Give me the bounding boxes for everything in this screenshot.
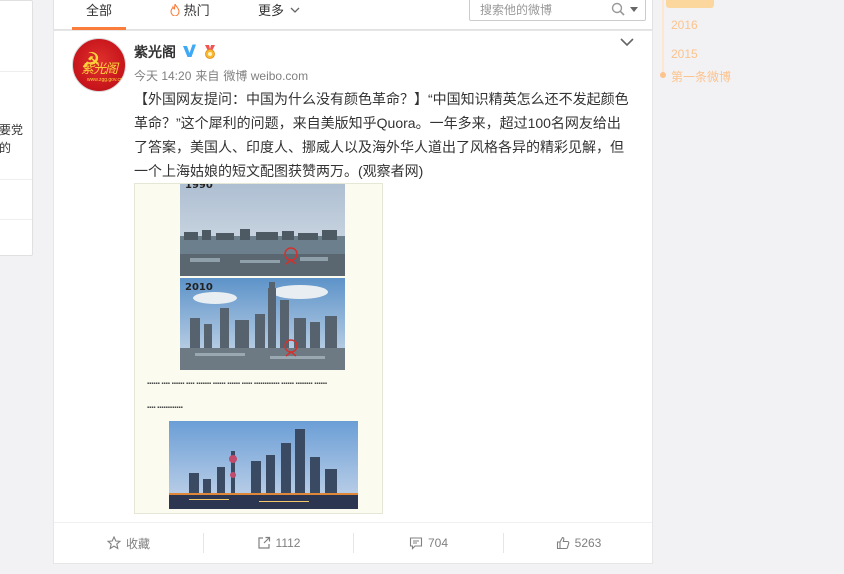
chevron-down-icon <box>290 7 300 13</box>
tab-label: 更多 <box>258 3 285 18</box>
verified-icon[interactable] <box>181 43 197 59</box>
timeline-year-2015[interactable]: 2015 <box>671 47 698 61</box>
image-caption: ▪▪▪▪▪▪ ▪▪▪▪ ▪▪▪▪▪▪ ▪▪▪▪ ▪▪▪▪▪▪▪ ▪▪▪▪▪▪ ▪… <box>147 381 327 387</box>
like-count: 5263 <box>574 536 602 550</box>
search-icon[interactable] <box>611 2 625 16</box>
avatar[interactable]: ☭ 紫光阁 www.zgg.gov.cn <box>72 38 126 92</box>
comment-count: 704 <box>427 536 449 550</box>
image-caption: ▪▪▪▪ ▪▪▪▪▪▪▪▪▪▪▪▪ <box>147 405 183 411</box>
post-image[interactable]: 1990 2010 ▪▪▪▪▪▪ ▪▪▪▪ ▪▪▪▪▪▪ ▪▪▪▪ ▪▪▪▪▪▪… <box>134 183 383 514</box>
share-icon <box>257 536 270 549</box>
photo-year-label: 1990 <box>185 183 213 191</box>
shanghai-skyline-photo <box>169 421 358 509</box>
tab-label: 全部 <box>86 3 113 18</box>
post-menu-chevron-icon[interactable] <box>620 37 634 47</box>
favorite-label: 收藏 <box>125 536 150 551</box>
post-source[interactable]: 微博 weibo.com <box>223 69 308 83</box>
divider <box>0 179 32 180</box>
tab-label: 热门 <box>183 3 210 18</box>
star-icon <box>106 536 121 550</box>
search-box <box>469 0 646 21</box>
post-text: 【外国网友提问：中国为什么没有颜色革命？】“中国知识精英怎么还不发起颜色革命？”… <box>134 91 629 179</box>
divider <box>0 219 32 220</box>
timeline-current-tab[interactable] <box>666 0 714 8</box>
caret-down-icon[interactable] <box>630 7 638 13</box>
like-button[interactable]: 5263 <box>504 523 653 563</box>
tab-all[interactable]: 全部 <box>71 0 127 30</box>
thumbs-up-icon <box>556 536 569 550</box>
left-sidebar-card: 要党 的 <box>0 0 33 256</box>
author-name[interactable]: 紫光阁 <box>134 42 176 62</box>
post-time[interactable]: 今天 14:20 <box>134 69 191 83</box>
search-input[interactable] <box>478 0 612 21</box>
tab-more[interactable]: 更多 <box>258 0 300 30</box>
year-timeline: 2016 2015 第一条微博 <box>660 0 782 100</box>
repost-count: 1112 <box>275 536 301 550</box>
source-prefix: 来自 <box>195 69 220 83</box>
timeline-first-post[interactable]: 第一条微博 <box>671 68 731 85</box>
timeline-line <box>662 0 664 74</box>
tab-hot[interactable]: 热门 <box>170 0 210 30</box>
comment-icon <box>409 537 423 550</box>
feed-tab-bar: 全部 热门 更多 <box>53 0 653 30</box>
comment-button[interactable]: 704 <box>354 523 503 563</box>
post-meta: 今天 14:20 来自 微博 weibo.com <box>134 67 312 84</box>
avatar-url: www.zgg.gov.cn <box>87 77 123 83</box>
sidebar-snippet: 的 <box>0 141 12 155</box>
shanghai-1990-photo <box>180 184 345 276</box>
weibo-post-card: ☭ 紫光阁 www.zgg.gov.cn 紫光阁 今天 14:20 来自 微博 we… <box>53 30 653 564</box>
feed-column: 全部 热门 更多 ☭ 紫光阁 <box>53 0 653 574</box>
timeline-year-2016[interactable]: 2016 <box>671 18 698 32</box>
repost-button[interactable]: 1112 <box>204 523 353 563</box>
divider <box>0 71 32 72</box>
sidebar-snippet: 要党 <box>0 123 24 137</box>
avatar-logo-text: 紫光阁 <box>80 62 118 77</box>
medal-icon[interactable] <box>202 43 218 59</box>
photo-year-label: 2010 <box>185 282 213 293</box>
timeline-dot <box>660 72 666 78</box>
flame-icon <box>170 3 180 17</box>
favorite-button[interactable]: 收藏 <box>54 523 203 563</box>
post-action-bar: 收藏 1112 704 5263 <box>54 522 652 563</box>
